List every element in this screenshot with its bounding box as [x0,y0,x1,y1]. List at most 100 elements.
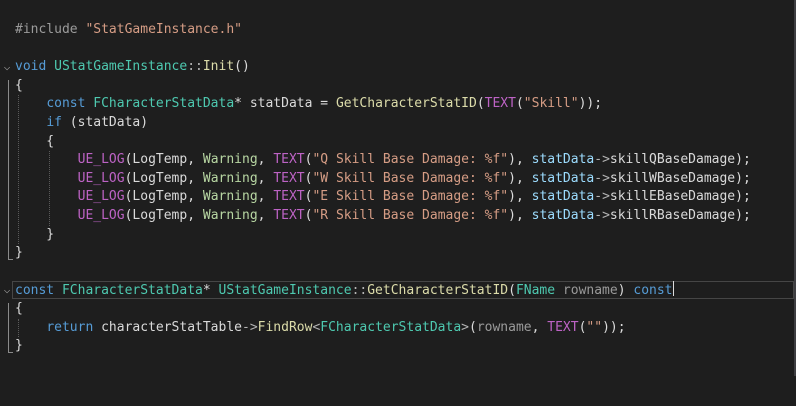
code-text: UE_LOG(LogTemp, Warning, TEXT("R Skill B… [15,207,751,226]
code-line[interactable]: } [0,337,794,356]
code-text: { [15,77,23,96]
code-line[interactable]: UE_LOG(LogTemp, Warning, TEXT("R Skill B… [0,207,794,226]
code-text: { [15,133,54,152]
code-line[interactable]: UE_LOG(LogTemp, Warning, TEXT("W Skill B… [0,170,794,189]
code-editor[interactable]: #include "StatGameInstance.h" ⌵ void UStat… [0,0,796,406]
code-token: FCharacterStatData [320,319,462,335]
code-token: rowname [562,283,618,299]
code-token: > [461,319,469,335]
code-token: statData [531,152,595,168]
code-token: ), [508,207,532,223]
code-token: GetCharacterStatID [367,283,509,299]
code-line[interactable]: ⌵ const FCharacterStatData* UStatGameInst… [0,281,794,300]
code-token: "StatGameInstance.h" [85,22,242,37]
code-token: Warning [202,189,258,205]
code-text: void UStatGameInstance::Init() [15,58,250,77]
code-line[interactable]: const FCharacterStatData* statData = Get… [0,95,794,114]
code-line[interactable] [0,263,794,282]
code-line[interactable]: { [0,300,794,319]
code-token: LogTemp [132,189,188,205]
code-token: TEXT [547,319,579,335]
code-token: LogTemp [132,207,188,223]
code-token: if [46,114,62,130]
code-line[interactable]: UE_LOG(LogTemp, Warning, TEXT("Q Skill B… [0,151,794,170]
code-token: ), [508,170,532,186]
code-text: } [15,226,54,245]
code-token: GetCharacterStatID [335,96,477,112]
code-line[interactable]: if (statData) [0,114,794,133]
code-token: statData [77,114,141,130]
code-token: #include [15,22,86,37]
code-line[interactable]: } [0,226,794,245]
code-line[interactable] [0,40,794,59]
code-text: UE_LOG(LogTemp, Warning, TEXT("Q Skill B… [15,151,751,170]
code-token: FindRow [257,319,313,335]
code-line[interactable]: } [0,244,794,263]
code-token: , [187,189,203,205]
code-token: skillRBaseDamage [609,207,736,223]
code-token: FCharacterStatData [93,96,235,112]
code-token: -> [594,189,610,205]
code-token: void [15,59,47,75]
code-token: statData [531,189,595,205]
code-token: )); [578,96,603,112]
code-token: TEXT [273,152,305,168]
code-line[interactable]: UE_LOG(LogTemp, Warning, TEXT("E Skill B… [0,188,794,207]
code-token: )); [602,319,626,335]
code-token: } [15,338,23,354]
code-token: ) [140,114,149,130]
code-token: * [202,283,219,299]
collapse-chevron-icon[interactable]: ⌵ [2,58,12,76]
code-line[interactable]: { [0,77,794,96]
code-line[interactable]: { [0,133,794,152]
code-token: UE_LOG [77,207,125,223]
code-token: statData [531,207,595,223]
code-token: , [257,207,274,223]
code-token: , [187,170,203,186]
code-text: } [15,337,23,356]
code-token: LogTemp [132,170,188,186]
indent-guide [49,151,51,226]
code-token: , [187,207,203,223]
code-token: { [15,133,55,149]
code-token: } [15,245,23,261]
code-token: statData [531,170,595,186]
code-token: , [257,170,274,186]
code-token: , [257,189,274,205]
code-token: Init [202,59,235,75]
code-token: "Q Skill Base Damage: %f" [312,152,509,168]
code-token: ); [735,152,751,168]
code-token: "Skill" [523,96,579,112]
code-token: FName [515,283,556,299]
code-line[interactable]: #include "StatGameInstance.h" [0,21,794,40]
code-token: const [633,283,673,299]
code-text: const FCharacterStatData* statData = Get… [15,95,602,114]
scope-bracket-end [8,351,13,353]
code-token: ( [476,96,485,112]
code-area[interactable]: #include "StatGameInstance.h" ⌵ void UStat… [0,21,794,356]
code-text: UE_LOG(LogTemp, Warning, TEXT("W Skill B… [15,170,751,189]
code-text: } [15,244,23,263]
code-token: UE_LOG [77,189,125,205]
text-caret [672,281,674,297]
code-token: LogTemp [132,152,188,168]
code-token: ), [508,189,532,205]
code-token: skillWBaseDamage [609,170,736,186]
collapse-chevron-icon[interactable]: ⌵ [2,281,12,299]
code-token: ( [508,283,516,299]
code-token: return [46,319,94,335]
code-token: ( [469,319,477,335]
code-token: ); [735,170,751,186]
code-text: UE_LOG(LogTemp, Warning, TEXT("E Skill B… [15,188,751,207]
code-token: , [531,319,548,335]
code-line[interactable]: return characterStatTable->FindRow<FChar… [0,319,794,338]
code-line[interactable]: ⌵ void UStatGameInstance::Init() [0,58,794,77]
indent-guide [18,318,19,338]
code-token: "" [586,319,603,335]
code-text: { [15,300,23,319]
